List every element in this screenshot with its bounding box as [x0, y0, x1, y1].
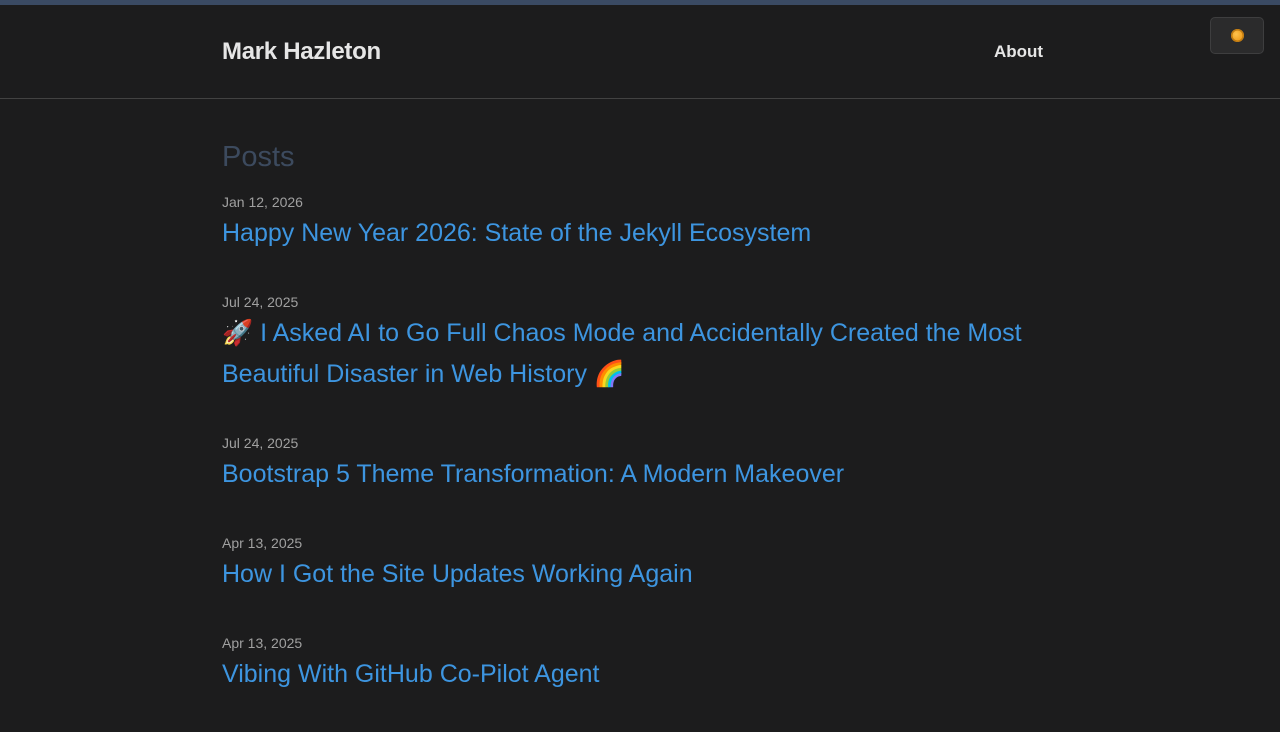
post-title-link[interactable]: Vibing With GitHub Co-Pilot Agent	[222, 654, 1062, 695]
nav-about-link[interactable]: About	[994, 42, 1043, 62]
post-item: Jul 24, 2025 Bootstrap 5 Theme Transform…	[222, 432, 1062, 532]
post-item: Jan 12, 2026 Happy New Year 2026: State …	[222, 180, 1062, 291]
post-date: Apr 13, 2025	[222, 635, 303, 651]
page-title: Posts	[222, 141, 295, 173]
post-date: Apr 13, 2025	[222, 535, 303, 551]
site-title-link[interactable]: Mark Hazleton	[222, 38, 381, 66]
post-date: Jul 24, 2025	[222, 435, 299, 451]
post-list: Jan 12, 2026 Happy New Year 2026: State …	[222, 180, 1062, 732]
site-header: Mark Hazleton About	[0, 5, 1280, 99]
post-title-link[interactable]: 🚀 I Asked AI to Go Full Chaos Mode and A…	[222, 313, 1062, 395]
post-title-link[interactable]: Happy New Year 2026: State of the Jekyll…	[222, 213, 1062, 254]
post-title-link[interactable]: How I Got the Site Updates Working Again	[222, 554, 1062, 595]
post-item: Apr 13, 2025 How I Got the Site Updates …	[222, 532, 1062, 632]
main-content: Posts Jan 12, 2026 Happy New Year 2026: …	[222, 140, 1062, 732]
post-item: Apr 13, 2025 Vibing With GitHub Co-Pilot…	[222, 632, 1062, 732]
post-title-link[interactable]: Bootstrap 5 Theme Transformation: A Mode…	[222, 454, 1062, 495]
post-date: Jan 12, 2026	[222, 194, 303, 210]
post-date: Jul 24, 2025	[222, 294, 299, 310]
theme-toggle-button[interactable]	[1210, 17, 1264, 54]
post-item: Jul 24, 2025 🚀 I Asked AI to Go Full Cha…	[222, 291, 1062, 432]
sun-icon	[1230, 29, 1244, 42]
